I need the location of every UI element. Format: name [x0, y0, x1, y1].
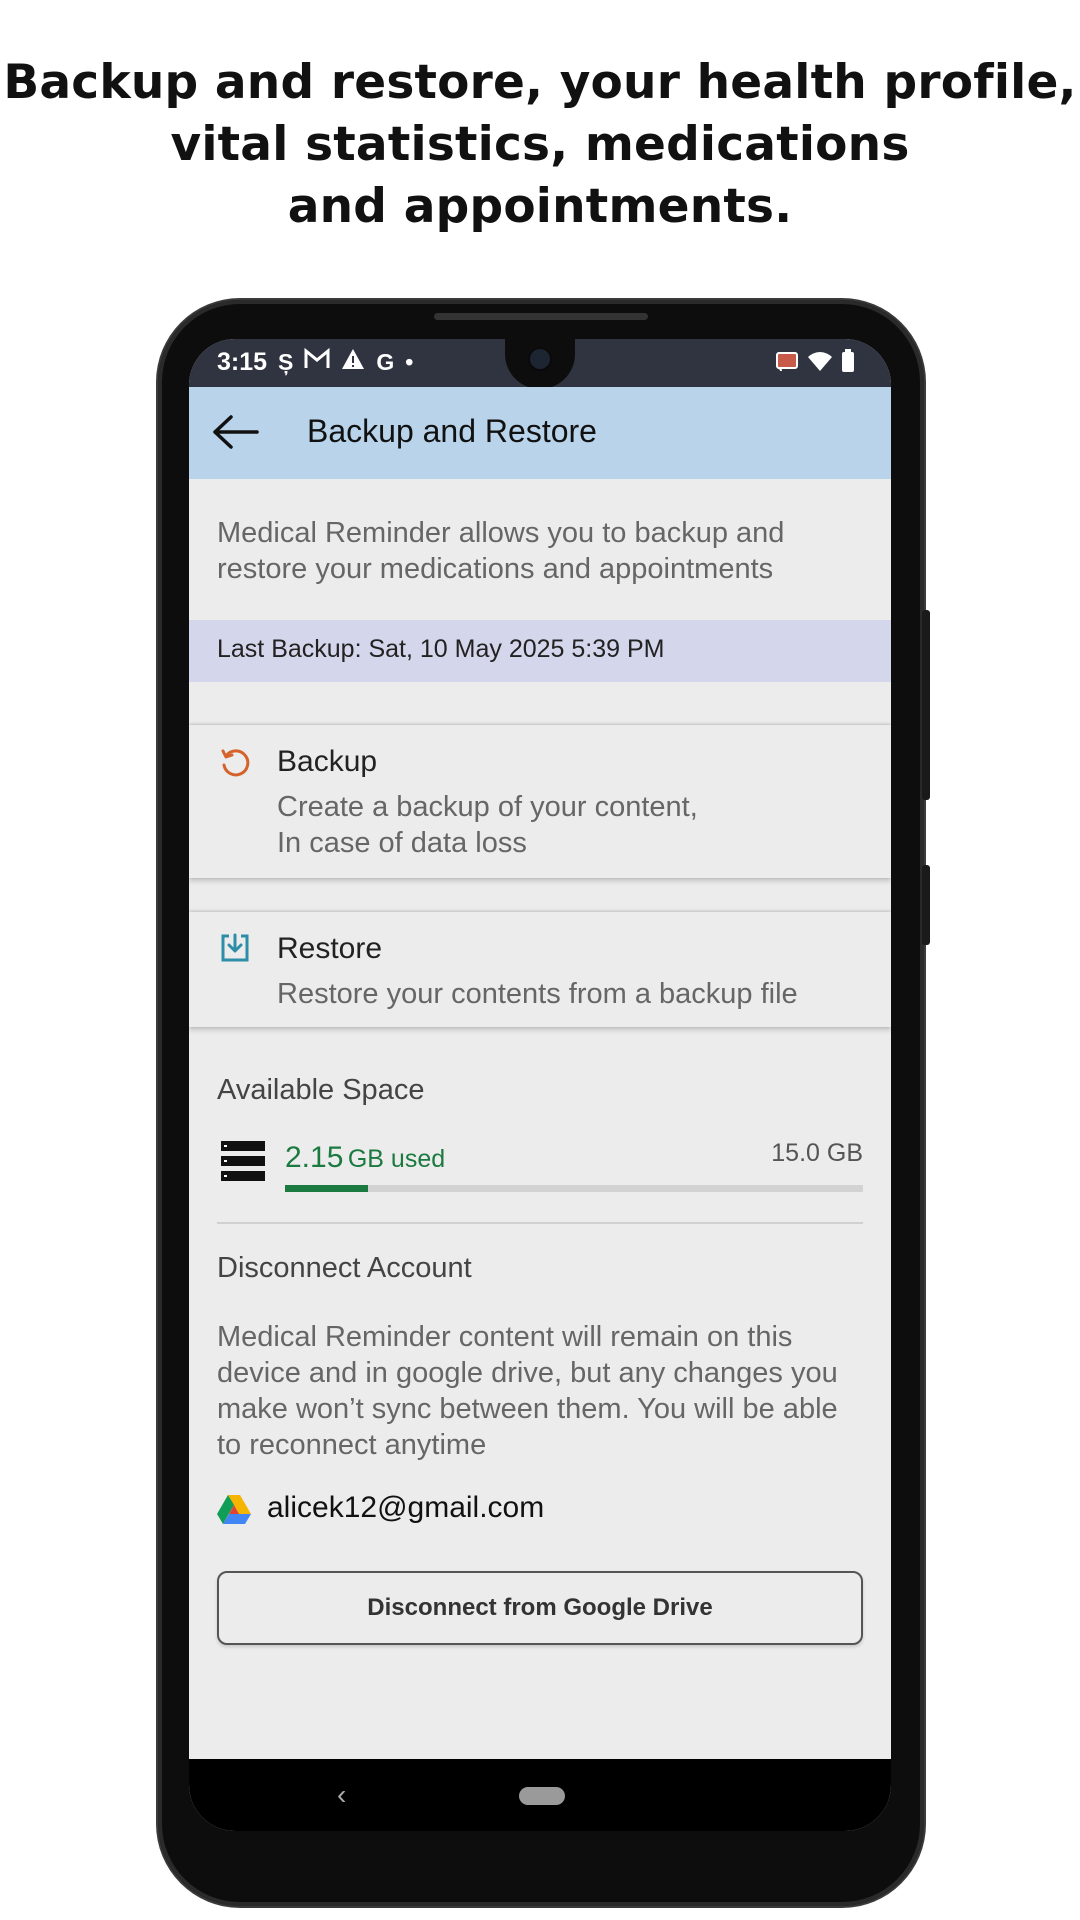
headline-line-2: vital statistics, medications — [170, 117, 910, 172]
battery-icon — [841, 349, 855, 378]
google-icon: G — [376, 349, 395, 375]
headline-line-1: Backup and restore, your health profile, — [3, 55, 1077, 110]
storage-progress-fill — [285, 1185, 368, 1192]
promo-headline: Backup and restore, your health profile,… — [0, 52, 1080, 238]
wifi-icon — [807, 350, 833, 377]
camera-icon — [530, 349, 550, 369]
section-divider — [217, 1222, 863, 1224]
power-button — [922, 865, 930, 945]
intro-description: Medical Reminder allows you to backup an… — [217, 517, 785, 585]
status-bar: 3:15 Ș G • — [189, 339, 891, 389]
storage-used-unit: GB used — [347, 1145, 446, 1173]
backup-subtitle-line-1: Create a backup of your content, — [277, 791, 698, 823]
disconnect-google-drive-button[interactable]: Disconnect from Google Drive — [217, 1571, 863, 1645]
restore-title: Restore — [277, 932, 383, 965]
available-space-title: Available Space — [217, 1074, 425, 1106]
disconnect-account-title: Disconnect Account — [217, 1252, 472, 1284]
app-bar: Backup and Restore — [189, 387, 891, 479]
restore-card[interactable]: Restore Restore your contents from a bac… — [189, 912, 891, 1027]
status-time: 3:15 — [217, 347, 268, 376]
gmail-icon — [304, 347, 330, 377]
s-icon: Ș — [278, 349, 294, 375]
page-title: Backup and Restore — [307, 413, 597, 449]
google-drive-icon — [217, 1493, 251, 1525]
nav-home-icon[interactable] — [519, 1787, 565, 1805]
back-arrow-icon[interactable] — [209, 409, 261, 455]
headline-line-3: and appointments. — [287, 179, 793, 234]
volume-button — [922, 610, 930, 800]
backup-card[interactable]: Backup Create a backup of your content, … — [189, 725, 891, 878]
backup-title: Backup — [277, 745, 378, 778]
nav-back-icon[interactable]: ‹ — [337, 1779, 346, 1811]
alert-icon — [341, 347, 365, 377]
cast-icon — [775, 350, 799, 377]
storage-progress-bar — [285, 1185, 863, 1192]
backup-subtitle-line-2: In case of data loss — [277, 827, 527, 859]
last-backup-status: Last Backup: Sat, 10 May 2025 5:39 PM — [189, 620, 891, 682]
phone-screen: 3:15 Ș G • Backup and Restore Medical Re… — [189, 339, 891, 1831]
backup-restore-icon — [219, 747, 251, 779]
storage-used: 2.15 GB used — [285, 1141, 445, 1175]
dot-icon: • — [405, 349, 414, 375]
system-nav-bar: ‹ — [189, 1759, 891, 1831]
restore-subtitle: Restore your contents from a backup file — [277, 978, 798, 1010]
storage-total: 15.0 GB — [771, 1139, 863, 1167]
storage-used-value: 2.15 — [285, 1141, 344, 1174]
storage-icon — [221, 1141, 265, 1181]
phone-speaker — [434, 313, 648, 320]
disconnect-description: Medical Reminder content will remain on … — [217, 1321, 838, 1461]
account-email: alicek12@gmail.com — [267, 1491, 545, 1524]
camera-notch — [505, 339, 575, 389]
download-icon — [219, 932, 251, 964]
